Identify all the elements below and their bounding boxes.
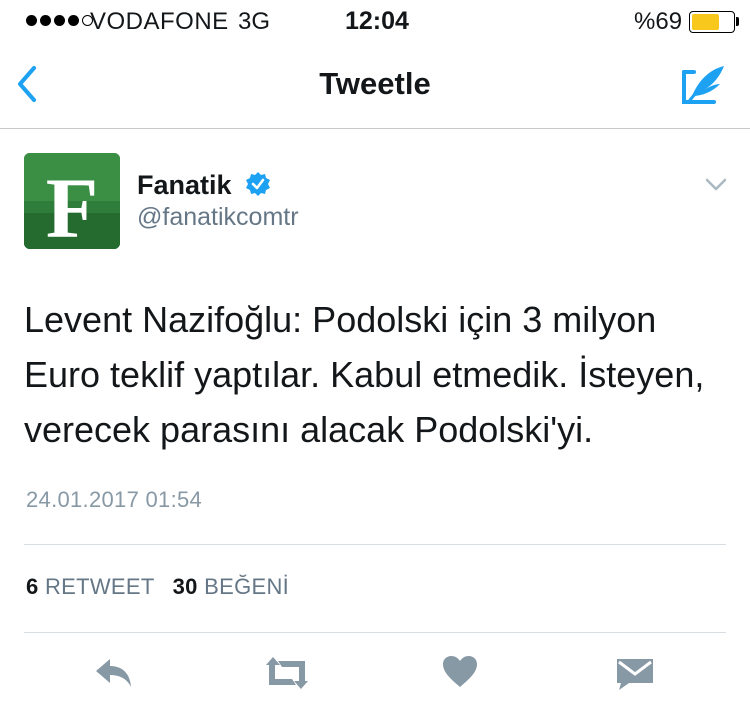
tweet-timestamp: 24.01.2017 01:54 [26,487,203,512]
compose-tweet-button[interactable] [680,62,728,108]
direct-message-icon [617,659,653,690]
retweet-button[interactable] [264,655,310,695]
like-button[interactable] [442,655,478,695]
direct-message-button[interactable] [615,655,655,695]
status-bar: VODAFONE 3G 12:04 %69 [0,0,750,40]
retweet-count: 6 [26,574,39,599]
verified-badge-icon [246,172,270,196]
chevron-down-icon[interactable] [704,177,728,193]
tweet-stats: 6 RETWEET 30 BEĞENİ [26,574,289,600]
carrier-name: VODAFONE [90,8,229,35]
battery-icon [689,11,735,33]
like-stat[interactable]: 30 BEĞENİ [173,574,289,600]
retweet-icon [266,657,308,689]
reply-icon [96,659,131,687]
tweet-action-bar [0,655,750,705]
divider [24,544,726,545]
author-handle[interactable]: @fanatikcomtr [137,203,299,232]
retweet-stat[interactable]: 6 RETWEET [26,574,155,600]
author-name[interactable]: Fanatik [137,170,232,201]
like-count: 30 [172,574,198,599]
battery-cap [736,17,739,26]
network-type: 3G [238,8,271,35]
battery-percentage: %69 [634,8,683,35]
page-title: Tweetle [319,66,431,101]
divider [24,632,726,633]
battery-level-fill [692,14,719,30]
navigation-bar: Tweetle [0,40,750,129]
fanatik-logo: F [24,153,120,249]
svg-text:F: F [46,160,99,249]
like-label: BEĞENİ [204,574,290,599]
status-time: 12:04 [345,7,409,35]
avatar[interactable]: F [24,153,120,249]
reply-button[interactable] [94,655,134,695]
signal-strength-icon [26,15,93,26]
compose-quill-icon [682,66,724,104]
tweet-text: Levent Nazifoğlu: Podolski için 3 milyon… [24,299,705,450]
like-icon [443,656,477,687]
retweet-label: RETWEET [44,574,155,599]
